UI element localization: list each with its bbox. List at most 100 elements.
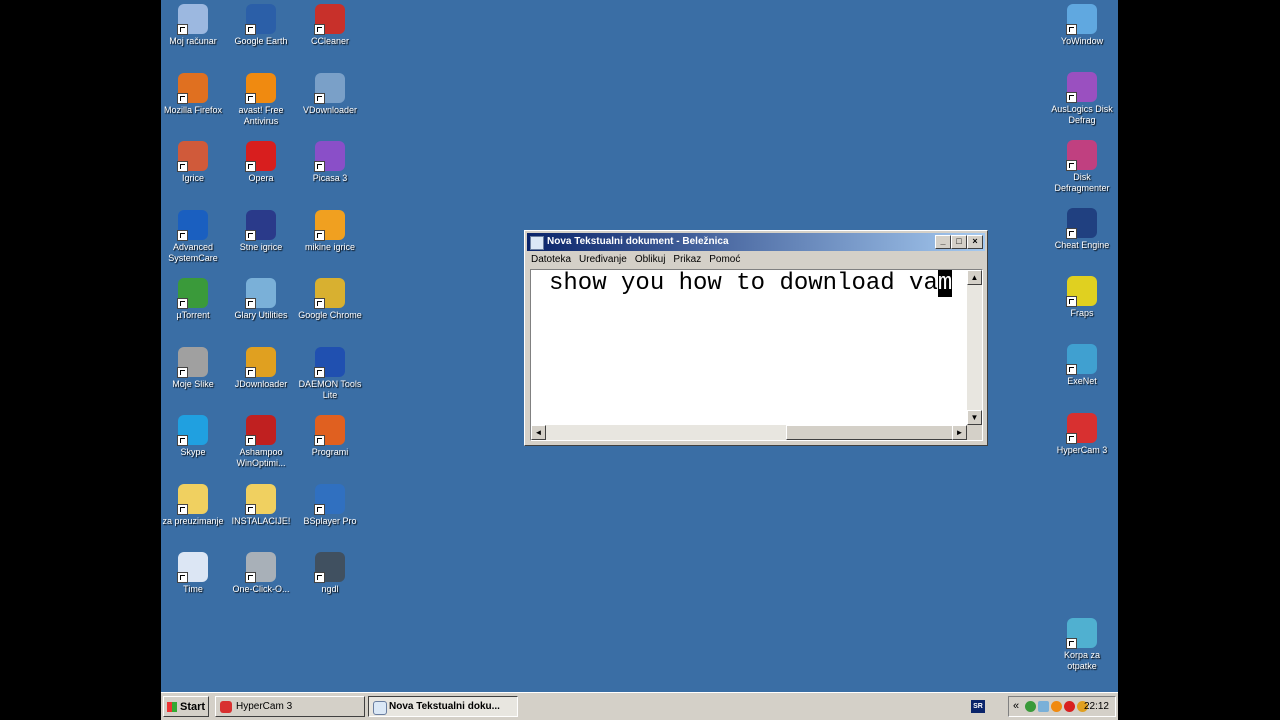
shortcut-arrow-icon: [177, 161, 188, 172]
desktop-icon-folder[interactable]: INSTALACIJE!: [227, 482, 295, 527]
windows-logo-icon: [167, 702, 177, 712]
tray-expand-icon[interactable]: «: [1013, 697, 1019, 716]
desktop-icon-chrome[interactable]: Google Chrome: [296, 276, 364, 321]
desktop-icon-cheat-engine[interactable]: Cheat Engine: [1048, 206, 1116, 251]
picasa-icon: [314, 141, 345, 172]
horizontal-scroll-thumb[interactable]: [786, 425, 953, 440]
opera-tray-icon[interactable]: [1064, 701, 1075, 712]
menu-file[interactable]: Datoteka: [527, 254, 575, 265]
desktop-icon-firefox[interactable]: Mozilla Firefox: [161, 71, 227, 116]
taskbar-item-hypercam[interactable]: HyperCam 3: [215, 696, 365, 717]
desktop-icon-ccleaner[interactable]: CCleaner: [296, 2, 364, 47]
desktop-icon-label: mikine igrice: [304, 241, 355, 252]
notepad-titlebar[interactable]: Nova Tekstualni dokument - Beležnica _ □…: [527, 233, 985, 251]
desktop-icon-bsplayer[interactable]: BSplayer Pro: [296, 482, 364, 527]
desktop-icon-label: Google Chrome: [298, 310, 362, 320]
desktop-icon-label: Moj računar: [169, 36, 217, 46]
desktop-icon-label: µTorrent: [176, 310, 210, 320]
horizontal-scrollbar[interactable]: ◄ ►: [531, 425, 967, 440]
maximize-button[interactable]: □: [951, 235, 967, 249]
desktop-icon-advanced-systemcare[interactable]: Advanced SystemCare: [161, 208, 227, 264]
desktop-icon-programs[interactable]: Programi: [296, 413, 364, 458]
vertical-scrollbar[interactable]: ▲ ▼: [967, 270, 982, 425]
one-click-icon: [245, 552, 276, 583]
text-editor[interactable]: show you how to download vam ▲ ▼ ◄ ►: [530, 269, 983, 441]
shortcut-arrow-icon: [1066, 24, 1077, 35]
desktop-icon-ashampoo[interactable]: Ashampoo WinOptimi...: [227, 413, 295, 469]
menu-edit[interactable]: Uređivanje: [575, 254, 631, 265]
scroll-down-icon[interactable]: ▼: [967, 410, 982, 425]
close-button[interactable]: ×: [967, 235, 983, 249]
desktop-icon-vdownloader[interactable]: VDownloader: [296, 71, 364, 116]
shortcut-arrow-icon: [245, 161, 256, 172]
utorrent-tray-icon[interactable]: [1025, 701, 1036, 712]
scroll-left-icon[interactable]: ◄: [531, 425, 546, 440]
start-button[interactable]: Start: [163, 696, 209, 717]
document-icon: [177, 552, 208, 583]
desktop-icon-label: Korpa za otpatke: [1063, 650, 1101, 671]
desktop-icon-label: Ashampoo WinOptimi...: [236, 447, 286, 468]
shortcut-arrow-icon: [177, 435, 188, 446]
menu-view[interactable]: Prikaz: [669, 254, 705, 265]
recycle-bin-icon: [1066, 618, 1097, 649]
desktop-icon-phone-games[interactable]: Stne igrice: [227, 208, 295, 253]
desktop-icon-daemon-tools[interactable]: DAEMON Tools Lite: [296, 345, 364, 401]
scroll-up-icon[interactable]: ▲: [967, 270, 982, 285]
desktop-icon-google-earth[interactable]: Google Earth: [227, 2, 295, 47]
desktop-icon-disk-defragmenter[interactable]: Disk Defragmenter: [1048, 138, 1116, 194]
shortcut-arrow-icon: [177, 92, 188, 104]
disk-defragmenter-icon: [1066, 140, 1097, 171]
desktop-icon-avast[interactable]: avast! Free Antivirus: [227, 71, 295, 127]
desktop-icon-games[interactable]: Igrice: [161, 139, 227, 184]
menu-bar: Datoteka Uređivanje Oblikuj Prikaz Pomoć: [527, 252, 985, 268]
ccleaner-icon: [314, 4, 345, 35]
desktop-icon-skype[interactable]: Skype: [161, 413, 227, 458]
desktop-icon-label: AusLogics Disk Defrag: [1051, 104, 1113, 125]
desktop-icon-recycle-bin[interactable]: Korpa za otpatke: [1048, 616, 1116, 672]
desktop-icon-utorrent[interactable]: µTorrent: [161, 276, 227, 321]
notepad-window[interactable]: Nova Tekstualni dokument - Beležnica _ □…: [524, 230, 988, 446]
shortcut-arrow-icon: [1066, 364, 1077, 375]
taskbar-item-notepad[interactable]: Nova Tekstualni doku...: [368, 696, 518, 717]
shortcut-arrow-icon: [314, 298, 325, 309]
desktop-icon-document[interactable]: Time: [161, 550, 227, 595]
advanced-systemcare-icon: [177, 209, 208, 241]
desktop-icon-auslogics[interactable]: AusLogics Disk Defrag: [1048, 70, 1116, 126]
desktop-icon-camera[interactable]: Moje Slike: [161, 345, 227, 390]
minimize-button[interactable]: _: [935, 235, 951, 249]
desktop-icon-label: Opera: [248, 173, 274, 183]
desktop: Moj računar Google Earth CCleaner Mozilla F…: [161, 0, 1118, 692]
desktop-icon-picasa[interactable]: Picasa 3: [296, 139, 364, 184]
desktop-icon-games[interactable]: mikine igrice: [296, 208, 364, 253]
opera-icon: [245, 141, 276, 172]
desktop-icon-jdownloader[interactable]: JDownloader: [227, 345, 295, 390]
network-tray-icon[interactable]: [1038, 701, 1049, 712]
language-indicator[interactable]: SR: [971, 700, 985, 713]
desktop-icon-fraps[interactable]: Fraps: [1048, 274, 1116, 319]
clock[interactable]: 22:12: [1084, 697, 1109, 716]
menu-help[interactable]: Pomoć: [705, 254, 744, 265]
desktop-icon-exenet[interactable]: ExeNet: [1048, 342, 1116, 387]
jdownloader-icon: [245, 346, 276, 378]
scroll-right-icon[interactable]: ►: [952, 425, 967, 440]
size-grip[interactable]: [967, 425, 982, 440]
desktop-icon-ngdl[interactable]: ngdl: [296, 550, 364, 595]
yowindow-icon: [1066, 4, 1097, 35]
desktop-icon-label: Igrice: [181, 173, 204, 183]
shortcut-arrow-icon: [1066, 296, 1077, 307]
desktop-icon-folder[interactable]: za preuzimanje: [161, 482, 227, 527]
menu-format[interactable]: Oblikuj: [631, 254, 670, 265]
taskbar-item-label: HyperCam 3: [236, 701, 293, 712]
hypercam-icon: [220, 701, 232, 713]
desktop-icon-one-click[interactable]: One-Click-O...: [227, 550, 295, 595]
desktop-icon-yowindow[interactable]: YoWindow: [1048, 2, 1116, 47]
taskbar: Start HyperCam 3 Nova Tekstualni doku...…: [161, 692, 1118, 720]
shortcut-arrow-icon: [314, 435, 325, 446]
desktop-icon-computer[interactable]: Moj računar: [161, 2, 227, 47]
shortcut-arrow-icon: [245, 298, 256, 309]
desktop-icon-hypercam[interactable]: HyperCam 3: [1048, 411, 1116, 456]
desktop-icon-opera[interactable]: Opera: [227, 139, 295, 184]
fraps-icon: [1066, 276, 1097, 307]
desktop-icon-glary-utilities[interactable]: Glary Utilities: [227, 276, 295, 321]
avast-tray-icon[interactable]: [1051, 701, 1062, 712]
